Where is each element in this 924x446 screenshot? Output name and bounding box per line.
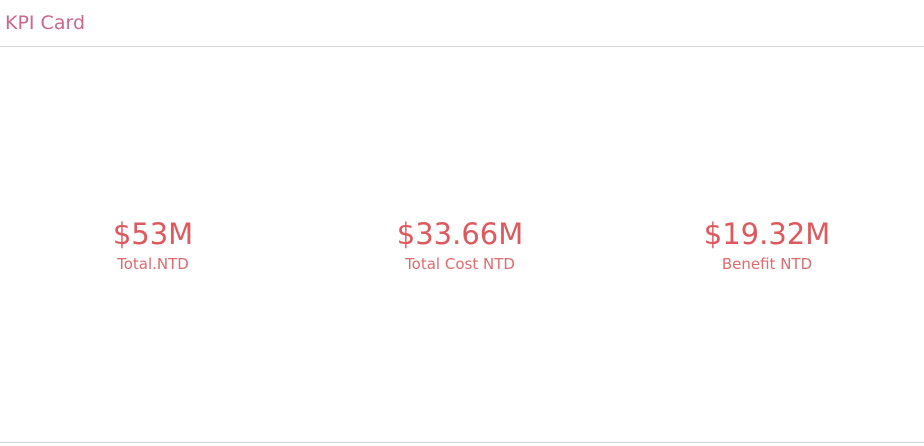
card-header: KPI Card	[0, 0, 924, 47]
kpi-total-ntd: $53M Total.NTD	[33, 217, 273, 273]
kpi-label-total: Total.NTD	[117, 255, 189, 273]
kpi-area: $53M Total.NTD $33.66M Total Cost NTD $1…	[0, 47, 924, 443]
kpi-dashboard: KPI Card $53M Total.NTD $33.66M Total Co…	[0, 0, 924, 446]
kpi-label-cost: Total Cost NTD	[405, 255, 515, 273]
kpi-benefit-ntd: $19.32M Benefit NTD	[647, 217, 887, 273]
kpi-value-benefit: $19.32M	[703, 217, 831, 251]
card-title: KPI Card	[5, 12, 86, 34]
kpi-value-cost: $33.66M	[396, 217, 524, 251]
bottom-divider	[0, 442, 924, 443]
kpi-value-total: $53M	[112, 217, 194, 251]
kpi-total-cost-ntd: $33.66M Total Cost NTD	[340, 217, 580, 273]
kpi-label-benefit: Benefit NTD	[721, 255, 813, 273]
